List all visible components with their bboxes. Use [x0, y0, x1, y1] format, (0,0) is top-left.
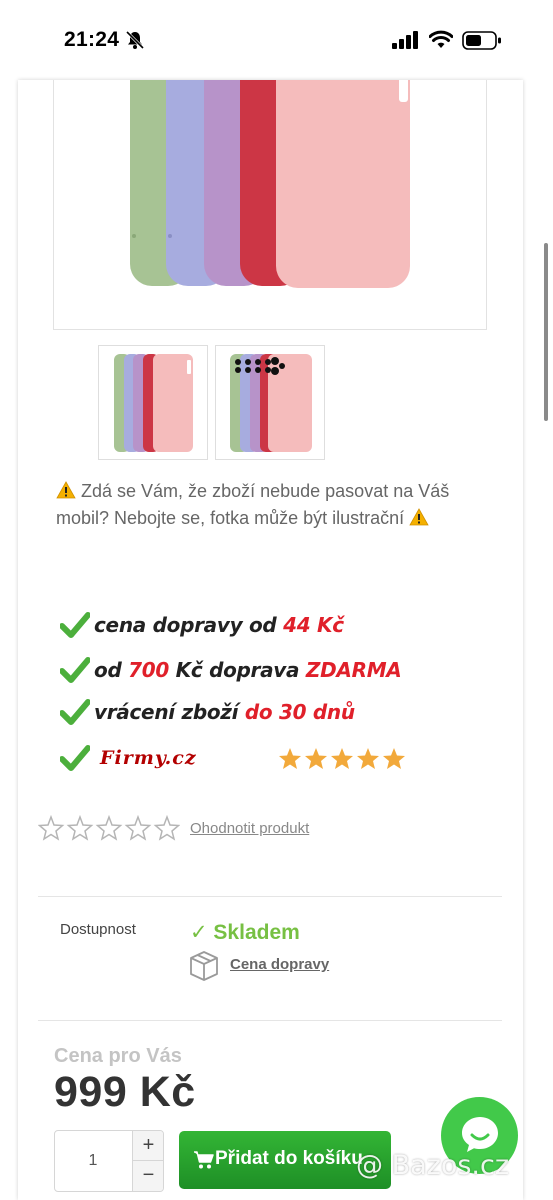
check-icon: [60, 745, 90, 771]
wifi-icon: [429, 30, 453, 48]
empty-stars-icon[interactable]: [38, 815, 180, 841]
notice-text: Zdá se Vám, že zboží nebude pasovat na V…: [56, 481, 450, 528]
price-value: 999 Kč: [54, 1068, 196, 1116]
warning-icon: [56, 481, 76, 499]
status-bar: 21:24: [0, 0, 553, 80]
quantity-input[interactable]: [55, 1131, 131, 1191]
perk-text: vrácení zboží: [94, 700, 245, 724]
check-icon: [60, 612, 90, 638]
package-icon: [190, 951, 218, 981]
perk-highlight: ZDARMA: [305, 658, 402, 682]
warning-icon: [409, 508, 429, 526]
thumbnail-1-image: [114, 354, 193, 452]
perk-highlight: 700: [128, 658, 169, 682]
perk-firmy-rating: Firmy.cz: [60, 743, 420, 775]
cart-icon: [194, 1151, 214, 1169]
product-page: Zdá se Vám, že zboží nebude pasovat na V…: [18, 80, 523, 1200]
availability-label: Dostupnost: [60, 921, 136, 938]
add-to-cart-label: Přidat do košíku: [215, 1148, 363, 1169]
price-label: Cena pro Vás: [54, 1045, 182, 1067]
check-icon: [60, 699, 90, 725]
cellular-signal-icon: [392, 31, 418, 49]
quantity-increase-button[interactable]: +: [132, 1131, 163, 1161]
perk-highlight: do 30 dnů: [244, 700, 355, 724]
firmy-logo: Firmy.cz: [100, 747, 197, 769]
perk-highlight: 44 Kč: [283, 613, 344, 637]
product-main-image[interactable]: [53, 80, 487, 330]
status-time: 21:24: [64, 28, 120, 51]
quantity-stepper: + −: [54, 1130, 164, 1192]
perk-text: cena dopravy od: [94, 613, 284, 637]
divider: [38, 896, 502, 897]
rate-product-link[interactable]: Ohodnotit produkt: [190, 820, 309, 837]
in-stock-status: ✓ Skladem: [190, 921, 300, 944]
perk-text: Kč doprava: [168, 658, 306, 682]
compatibility-notice: Zdá se Vám, že zboží nebude pasovat na V…: [56, 478, 496, 532]
quantity-decrease-button[interactable]: −: [132, 1161, 163, 1191]
thumbnail-2[interactable]: [215, 345, 325, 460]
phone-cases-illustration: [130, 80, 410, 288]
thumbnail-1[interactable]: [98, 345, 208, 460]
check-icon: [60, 657, 90, 683]
battery-icon: [462, 31, 501, 50]
watermark: @ Bazos.cz: [356, 1150, 510, 1181]
five-stars-icon: [279, 748, 405, 769]
bell-muted-icon: [125, 30, 145, 50]
perk-text: od: [94, 658, 129, 682]
shipping-price-link[interactable]: Cena dopravy: [230, 956, 329, 973]
divider: [38, 1020, 502, 1021]
scrollbar[interactable]: [544, 243, 548, 421]
thumbnail-2-image: [230, 354, 312, 452]
